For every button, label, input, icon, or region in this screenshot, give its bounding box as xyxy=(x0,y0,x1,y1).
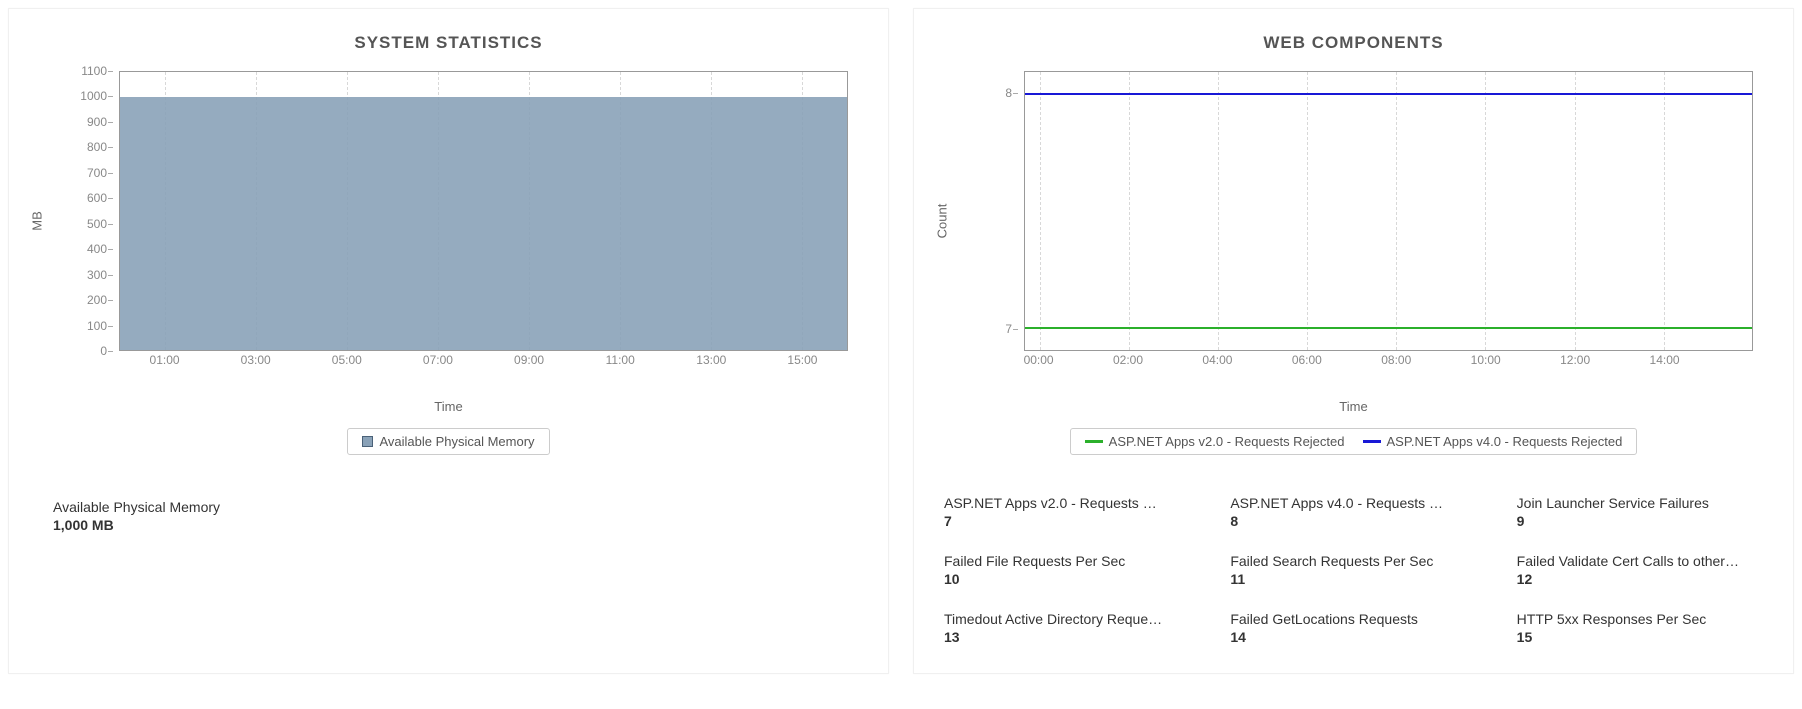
x-tick-label: 15:00 xyxy=(787,353,817,367)
stat-cell: Join Launcher Service Failures 9 xyxy=(1517,495,1763,529)
chart-system-statistics[interactable]: MB 010020030040050060070080090010001100 … xyxy=(69,71,848,371)
x-axis-label: Time xyxy=(934,399,1773,414)
legend[interactable]: Available Physical Memory xyxy=(347,428,549,455)
x-ticks: 00:00 02:00 04:00 06:00 08:00 10:00 12:00 14:00 xyxy=(1024,353,1753,371)
stat-grid: ASP.NET Apps v2.0 - Requests …7ASP.NET A… xyxy=(934,495,1773,645)
stat-cell-value: 11 xyxy=(1230,571,1476,587)
stat-cell: Failed GetLocations Requests 14 xyxy=(1230,611,1476,645)
x-tick-label: 13:00 xyxy=(696,353,726,367)
series-line xyxy=(1025,93,1752,95)
x-tick-label: 00:00 xyxy=(1024,353,1054,367)
y-tick-label: 200 xyxy=(87,293,107,307)
x-tick-label: 06:00 xyxy=(1292,353,1322,367)
stat-label: Available Physical Memory xyxy=(53,499,844,515)
x-tick-label: 14:00 xyxy=(1650,353,1680,367)
y-axis-label: MB xyxy=(30,211,45,231)
stat-cell-label: HTTP 5xx Responses Per Sec xyxy=(1517,611,1763,627)
x-axis-label: Time xyxy=(29,399,868,414)
plot-area xyxy=(119,71,848,351)
stat-cell-label: ASP.NET Apps v2.0 - Requests … xyxy=(944,495,1190,511)
legend[interactable]: ASP.NET Apps v2.0 - Requests Rejected AS… xyxy=(1070,428,1638,455)
panel-title: SYSTEM STATISTICS xyxy=(29,33,868,53)
x-tick-label: 05:00 xyxy=(332,353,362,367)
y-tick-label: 600 xyxy=(87,191,107,205)
dashboard: SYSTEM STATISTICS MB 0 100 200 300 400 500 600… xyxy=(0,0,1802,682)
stat-cell-label: Join Launcher Service Failures xyxy=(1517,495,1763,511)
x-tick-label: 02:00 xyxy=(1113,353,1143,367)
line-swatch-icon xyxy=(1085,440,1103,443)
stat-cell: Timedout Active Directory Reque… 13 xyxy=(944,611,1190,645)
y-tick-label: 500 xyxy=(87,217,107,231)
stat-cell-label: Failed Search Requests Per Sec xyxy=(1230,553,1476,569)
y-tick-label: 0 xyxy=(100,344,107,358)
x-tick-label: 08:00 xyxy=(1381,353,1411,367)
series-line xyxy=(1025,327,1752,329)
stat-cell-value: 13 xyxy=(944,629,1190,645)
stat-cell-value: 7 xyxy=(944,513,1190,529)
x-tick-label: 01:00 xyxy=(150,353,180,367)
stat-cell-value: 12 xyxy=(1517,571,1763,587)
legend-label: ASP.NET Apps v4.0 - Requests Rejected xyxy=(1387,434,1623,449)
stat-cell-value: 8 xyxy=(1230,513,1476,529)
y-tick-label: 100 xyxy=(87,319,107,333)
stat-cell-label: Failed File Requests Per Sec xyxy=(944,553,1190,569)
stat-value: 1,000 MB xyxy=(53,517,844,533)
stat-cell: ASP.NET Apps v4.0 - Requests … 8 xyxy=(1230,495,1476,529)
x-tick-label: 12:00 xyxy=(1560,353,1590,367)
x-tick-label: 07:00 xyxy=(423,353,453,367)
stat-cell-label: ASP.NET Apps v4.0 - Requests … xyxy=(1230,495,1476,511)
x-tick-label: 09:00 xyxy=(514,353,544,367)
y-tick-label: 300 xyxy=(87,268,107,282)
stat-cell-label: Timedout Active Directory Reque… xyxy=(944,611,1190,627)
line-swatch-icon xyxy=(1363,440,1381,443)
plot-area xyxy=(1024,71,1753,351)
stat-cell: ASP.NET Apps v2.0 - Requests … 7 xyxy=(944,495,1190,529)
y-tick-label: 1100 xyxy=(81,64,107,78)
y-tick-label: 900 xyxy=(87,115,107,129)
y-tick-label: 800 xyxy=(87,140,107,154)
stat-cell-value: 14 xyxy=(1230,629,1476,645)
y-ticks: 78 xyxy=(974,71,1018,351)
y-tick-label: 1000 xyxy=(80,89,107,103)
legend-label: Available Physical Memory xyxy=(379,434,534,449)
y-tick-label: 8 xyxy=(1005,86,1012,100)
x-tick-label: 04:00 xyxy=(1202,353,1232,367)
x-tick-label: 11:00 xyxy=(606,353,635,367)
x-tick-label: 03:00 xyxy=(241,353,271,367)
stat-cell: Failed Search Requests Per Sec 11 xyxy=(1230,553,1476,587)
legend-item-v4[interactable]: ASP.NET Apps v4.0 - Requests Rejected xyxy=(1363,434,1623,449)
y-tick-label: 700 xyxy=(87,166,107,180)
chart-web-components[interactable]: Count 78 00:0002:0004:0006:0008:0010:001… xyxy=(974,71,1753,371)
panel-system-statistics: SYSTEM STATISTICS MB 0 100 200 300 400 500 600… xyxy=(8,8,889,674)
y-ticks: 010020030040050060070080090010001100 xyxy=(69,71,113,351)
panel-title: WEB COMPONENTS xyxy=(934,33,1773,53)
y-tick-label: 400 xyxy=(87,242,107,256)
panel-web-components: WEB COMPONENTS Count 78 00:0002:0004:000… xyxy=(913,8,1794,674)
stat-cell: Failed File Requests Per Sec 10 xyxy=(944,553,1190,587)
stat-cell: HTTP 5xx Responses Per Sec 15 xyxy=(1517,611,1763,645)
stat-memory: Available Physical Memory 1,000 MB xyxy=(29,499,868,545)
stat-cell-value: 10 xyxy=(944,571,1190,587)
stat-cell-label: Failed Validate Cert Calls to other… xyxy=(1517,553,1763,569)
area-series-memory xyxy=(120,97,847,350)
x-tick-label: 10:00 xyxy=(1471,353,1501,367)
y-tick-label: 7 xyxy=(1005,322,1012,336)
stat-cell-value: 15 xyxy=(1517,629,1763,645)
legend-item-v2[interactable]: ASP.NET Apps v2.0 - Requests Rejected xyxy=(1085,434,1345,449)
stat-cell-label: Failed GetLocations Requests xyxy=(1230,611,1476,627)
area-swatch-icon xyxy=(362,436,373,447)
x-ticks: 01:00 03:00 05:00 07:00 09:00 11:00 13:00 15:00 xyxy=(119,353,848,371)
legend-label: ASP.NET Apps v2.0 - Requests Rejected xyxy=(1109,434,1345,449)
y-axis-label: Count xyxy=(935,204,950,239)
stat-cell: Failed Validate Cert Calls to other… 12 xyxy=(1517,553,1763,587)
stat-cell-value: 9 xyxy=(1517,513,1763,529)
legend-item-memory[interactable]: Available Physical Memory xyxy=(362,434,534,449)
